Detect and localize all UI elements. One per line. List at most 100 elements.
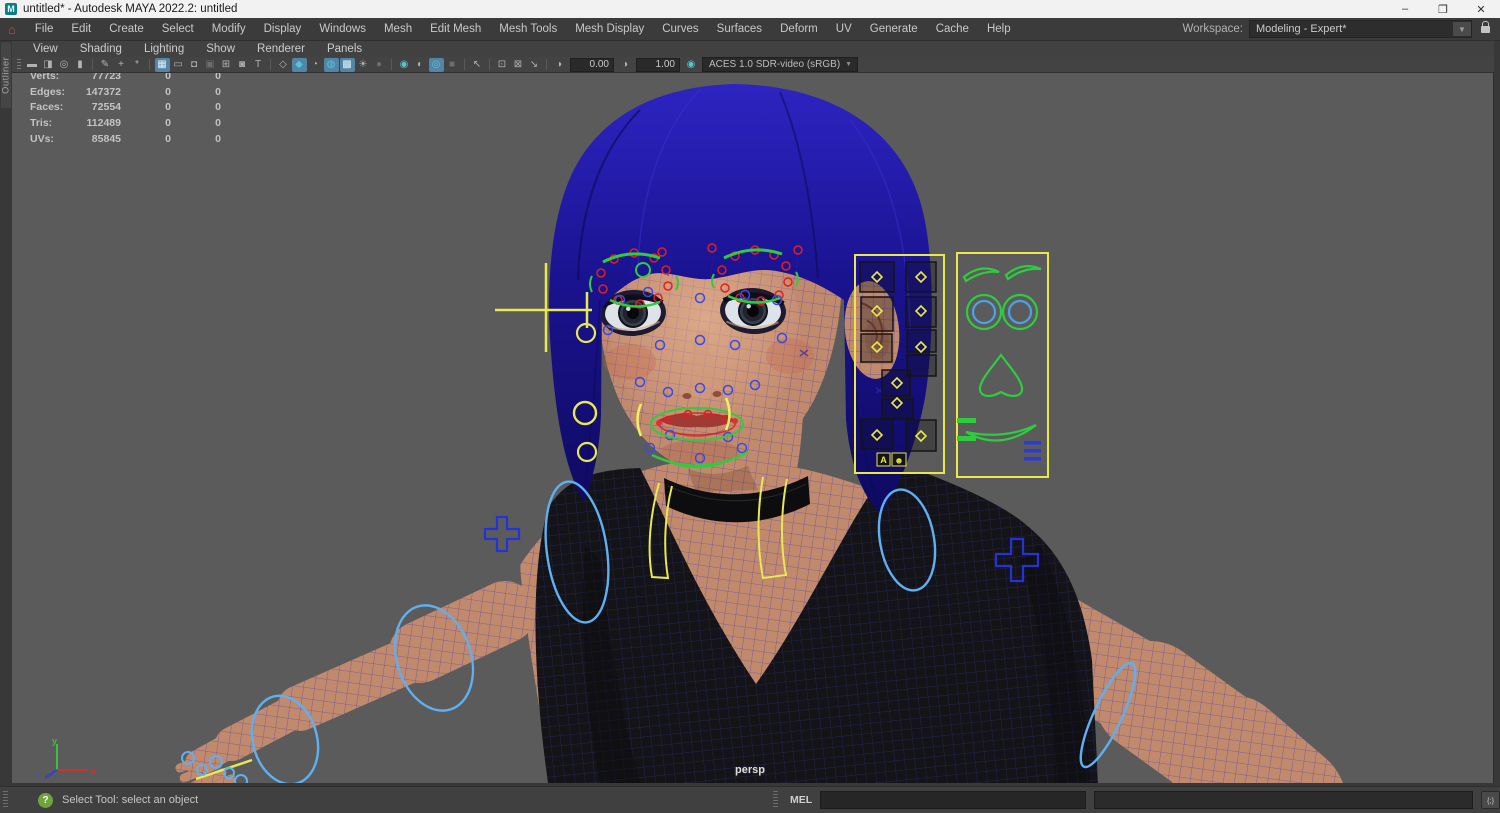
menu-help[interactable]: Help xyxy=(978,23,1020,35)
toolbar-separator xyxy=(391,59,392,70)
camera-icon[interactable]: ▬ xyxy=(25,58,40,72)
mel-toggle-button[interactable]: MEL xyxy=(790,794,812,806)
panel-menu-panels[interactable]: Panels xyxy=(316,43,373,55)
exposure-icon[interactable]: ◑ xyxy=(552,58,567,72)
menu-uv[interactable]: UV xyxy=(827,23,861,35)
multisample-icon[interactable]: ◎ xyxy=(428,57,444,72)
menu-edit[interactable]: Edit xyxy=(62,23,100,35)
window-title: untitled* - Autodesk MAYA 2022.2: untitl… xyxy=(23,3,238,15)
colorspace-value: ACES 1.0 SDR-video (sRGB) xyxy=(709,59,841,70)
toolbar-separator xyxy=(546,59,547,70)
hud-row: Edges: 147372 00 xyxy=(30,85,221,98)
home-icon[interactable]: ⌂ xyxy=(8,22,16,37)
menu-modify[interactable]: Modify xyxy=(203,23,255,35)
statusbar-grip[interactable] xyxy=(3,791,8,809)
view-axis-gizmo: y x z xyxy=(36,736,96,780)
viewport-3d[interactable]: A ☻ xyxy=(12,72,1494,783)
bookmark-icon[interactable]: ▮ xyxy=(73,58,88,72)
menu-select[interactable]: Select xyxy=(153,23,203,35)
bonus-shade-icon[interactable]: ◔ xyxy=(308,58,323,72)
toolbar-grip[interactable] xyxy=(17,59,21,70)
maya-app-icon: M xyxy=(5,3,17,15)
motion-blur-icon[interactable]: ◐ xyxy=(413,58,428,72)
workspace-lock-icon[interactable] xyxy=(1481,20,1490,33)
shadows-icon[interactable]: ● xyxy=(372,58,387,72)
checker-icon[interactable]: ▩ xyxy=(339,57,355,72)
picker-a-button: A xyxy=(880,455,887,465)
hud-row: Faces: 72554 00 xyxy=(30,101,221,114)
menu-generate[interactable]: Generate xyxy=(861,23,927,35)
colorspace-dropdown[interactable]: ACES 1.0 SDR-video (sRGB) ▼ xyxy=(702,57,858,72)
hud-row: Tris: 112489 00 xyxy=(30,117,221,130)
menu-file[interactable]: File xyxy=(26,23,63,35)
axis-z-label: z xyxy=(36,770,41,780)
smooth-shade-icon[interactable]: ◆ xyxy=(291,57,307,72)
chevron-down-icon[interactable]: ▼ xyxy=(1453,22,1471,36)
hud-row: UVs: 85845 00 xyxy=(30,132,221,145)
axis-x-label: x xyxy=(91,766,96,776)
menu-surfaces[interactable]: Surfaces xyxy=(708,23,771,35)
grid-icon[interactable]: ▦ xyxy=(154,57,170,72)
command-line-grip[interactable] xyxy=(773,791,778,809)
menu-cache[interactable]: Cache xyxy=(927,23,978,35)
gamma-field[interactable]: 1.00 xyxy=(636,57,680,72)
workspace-dropdown[interactable]: Modeling - Expert* ▼ xyxy=(1249,20,1472,38)
menu-display[interactable]: Display xyxy=(255,23,311,35)
isolate-select-icon[interactable]: ↖ xyxy=(470,58,485,72)
field-chart-icon[interactable]: ⊞ xyxy=(219,58,234,72)
panel-menu-show[interactable]: Show xyxy=(195,43,246,55)
panel-menu-shading[interactable]: Shading xyxy=(69,43,133,55)
toolbar-separator xyxy=(149,59,150,70)
workspace-value: Modeling - Expert* xyxy=(1256,23,1347,35)
menu-create[interactable]: Create xyxy=(100,23,153,35)
help-line-text: Select Tool: select an object xyxy=(62,794,199,806)
menu-windows[interactable]: Windows xyxy=(310,23,375,35)
gate-mask-icon[interactable]: ▣ xyxy=(203,58,218,72)
status-bar: ? Select Tool: select an object MEL {;} xyxy=(0,786,1500,813)
left-panel-strip: Outliner xyxy=(0,40,12,787)
axis-y-label: y xyxy=(52,736,57,746)
toolbar-separator xyxy=(489,59,490,70)
mel-input[interactable] xyxy=(820,791,1087,809)
chevron-down-icon[interactable]: ▼ xyxy=(845,61,857,68)
minimize-button[interactable]: – xyxy=(1386,0,1424,18)
viewport-toolbar: ▬ ◨ ◎ ▮ ✎ + * ▦ ▭ ◘ ▣ ⊞ ◙ T ◇ ◆ ◔ ◍ ▩ ☀ … xyxy=(12,57,1494,73)
camera-lock-icon[interactable]: ◨ xyxy=(41,58,56,72)
resolution-gate-icon[interactable]: ◘ xyxy=(187,58,202,72)
menu-edit-mesh[interactable]: Edit Mesh xyxy=(421,23,490,35)
snapshot-paste-icon[interactable]: ⊠ xyxy=(511,58,526,72)
menu-mesh[interactable]: Mesh xyxy=(375,23,421,35)
film-gate-icon[interactable]: ▭ xyxy=(171,58,186,72)
title-bar: M untitled* - Autodesk MAYA 2022.2: unti… xyxy=(0,0,1500,18)
panel-menu-bar: View Shading Lighting Show Renderer Pane… xyxy=(12,40,1494,58)
menu-deform[interactable]: Deform xyxy=(771,23,827,35)
gamma-icon[interactable]: ◑ xyxy=(618,58,633,72)
lights-icon[interactable]: ☀ xyxy=(356,58,371,72)
menu-mesh-tools[interactable]: Mesh Tools xyxy=(490,23,566,35)
panel-menu-renderer[interactable]: Renderer xyxy=(246,43,316,55)
pan-zoom-icon[interactable]: + xyxy=(114,58,129,72)
wireframe-icon[interactable]: ◇ xyxy=(276,58,291,72)
camera-attributes-icon[interactable]: ◎ xyxy=(57,58,72,72)
ao-icon[interactable]: ◉ xyxy=(397,58,412,72)
outliner-tab[interactable]: Outliner xyxy=(1,42,12,108)
overscan-icon[interactable]: * xyxy=(130,58,145,72)
script-editor-icon[interactable]: {;} xyxy=(1481,791,1500,809)
image-plane-icon[interactable]: ✎ xyxy=(98,58,113,72)
maximize-button[interactable]: ❐ xyxy=(1424,0,1462,18)
snapshot-copy-icon[interactable]: ⊡ xyxy=(495,58,510,72)
menu-mesh-display[interactable]: Mesh Display xyxy=(566,23,653,35)
panel-menu-lighting[interactable]: Lighting xyxy=(133,43,195,55)
hud-poly-count: Verts: 77723 00 Edges: 147372 00 Faces: 725… xyxy=(30,70,230,148)
hud-icon[interactable]: T xyxy=(251,58,266,72)
exposure-field[interactable]: 0.00 xyxy=(570,57,614,72)
menu-curves[interactable]: Curves xyxy=(653,23,707,35)
close-button[interactable]: ✕ xyxy=(1462,0,1500,18)
safe-title-icon[interactable]: ◙ xyxy=(235,58,250,72)
textured-icon[interactable]: ◍ xyxy=(323,57,339,72)
greyscale-icon[interactable]: ■ xyxy=(445,58,460,72)
mel-output-field[interactable] xyxy=(1094,791,1474,809)
panel-menu-view[interactable]: View xyxy=(22,43,69,55)
region-tool-icon[interactable]: ↘ xyxy=(527,58,542,72)
color-managed-icon[interactable]: ◉ xyxy=(684,58,699,72)
